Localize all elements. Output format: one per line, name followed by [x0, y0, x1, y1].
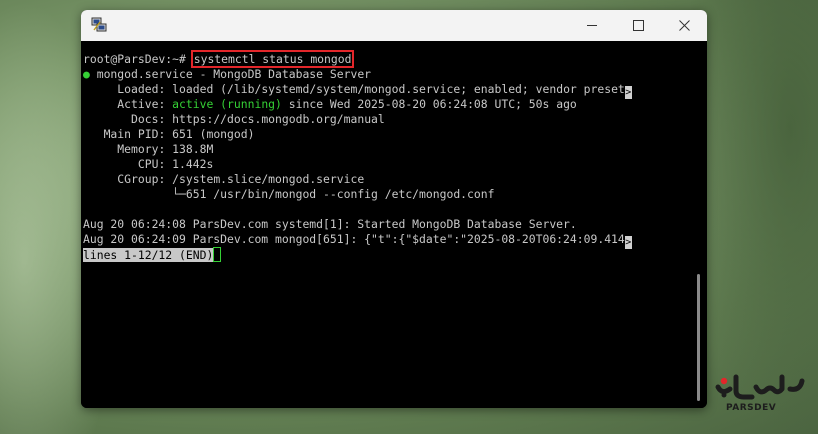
- close-icon: [678, 20, 690, 31]
- close-button[interactable]: [661, 10, 707, 41]
- pager-status-line: lines 1-12/12 (END): [83, 247, 222, 262]
- terminal-output[interactable]: root@ParsDev:~# systemctl status mongod …: [81, 41, 689, 408]
- truncation-marker: >: [624, 236, 632, 249]
- cpu-line: CPU: 1.442s: [137, 157, 214, 171]
- memory-line: Memory: 138.8M: [117, 142, 214, 156]
- cgroup-child-line: └─651 /usr/bin/mongod --config /etc/mong…: [172, 187, 495, 201]
- scrollbar-thumb[interactable]: [697, 274, 700, 401]
- log-line: Aug 20 06:24:09 ParsDev.com mongod[651]:…: [83, 232, 632, 249]
- mainpid-line: Main PID: 651 (mongod): [103, 127, 255, 141]
- docs-line: Docs: https://docs.mongodb.org/manual: [131, 112, 385, 126]
- minimize-button[interactable]: [569, 10, 615, 41]
- maximize-button[interactable]: [615, 10, 661, 41]
- active-state: active (running): [172, 97, 282, 111]
- service-line: ● mongod.service - MongoDB Database Serv…: [83, 67, 372, 81]
- maximize-icon: [632, 20, 644, 31]
- truncation-marker: >: [624, 86, 632, 99]
- log-line: Aug 20 06:24:08 ParsDev.com systemd[1]: …: [83, 217, 577, 231]
- putty-icon: [91, 17, 107, 32]
- terminal-scrollbar[interactable]: [689, 41, 707, 408]
- shell-prompt: root@ParsDev:~#: [83, 52, 186, 66]
- active-line: Active: active (running) since Wed 2025-…: [117, 97, 577, 111]
- text-cursor: [213, 247, 222, 262]
- loaded-line: Loaded: loaded (/lib/systemd/system/mong…: [117, 82, 632, 99]
- status-dot: ●: [83, 67, 90, 81]
- pager-status: lines 1-12/12 (END): [83, 248, 214, 262]
- parsdev-logo-text: PARSDEV: [726, 403, 777, 413]
- command-text: systemctl status mongod: [190, 50, 355, 68]
- minimize-icon: [587, 25, 597, 26]
- cgroup-line: CGroup: /system.slice/mongod.service: [117, 172, 365, 186]
- prompt-line: root@ParsDev:~# systemctl status mongod: [83, 50, 355, 68]
- window-titlebar[interactable]: [81, 10, 707, 41]
- terminal-window[interactable]: root@ParsDev:~# systemctl status mongod …: [81, 10, 707, 408]
